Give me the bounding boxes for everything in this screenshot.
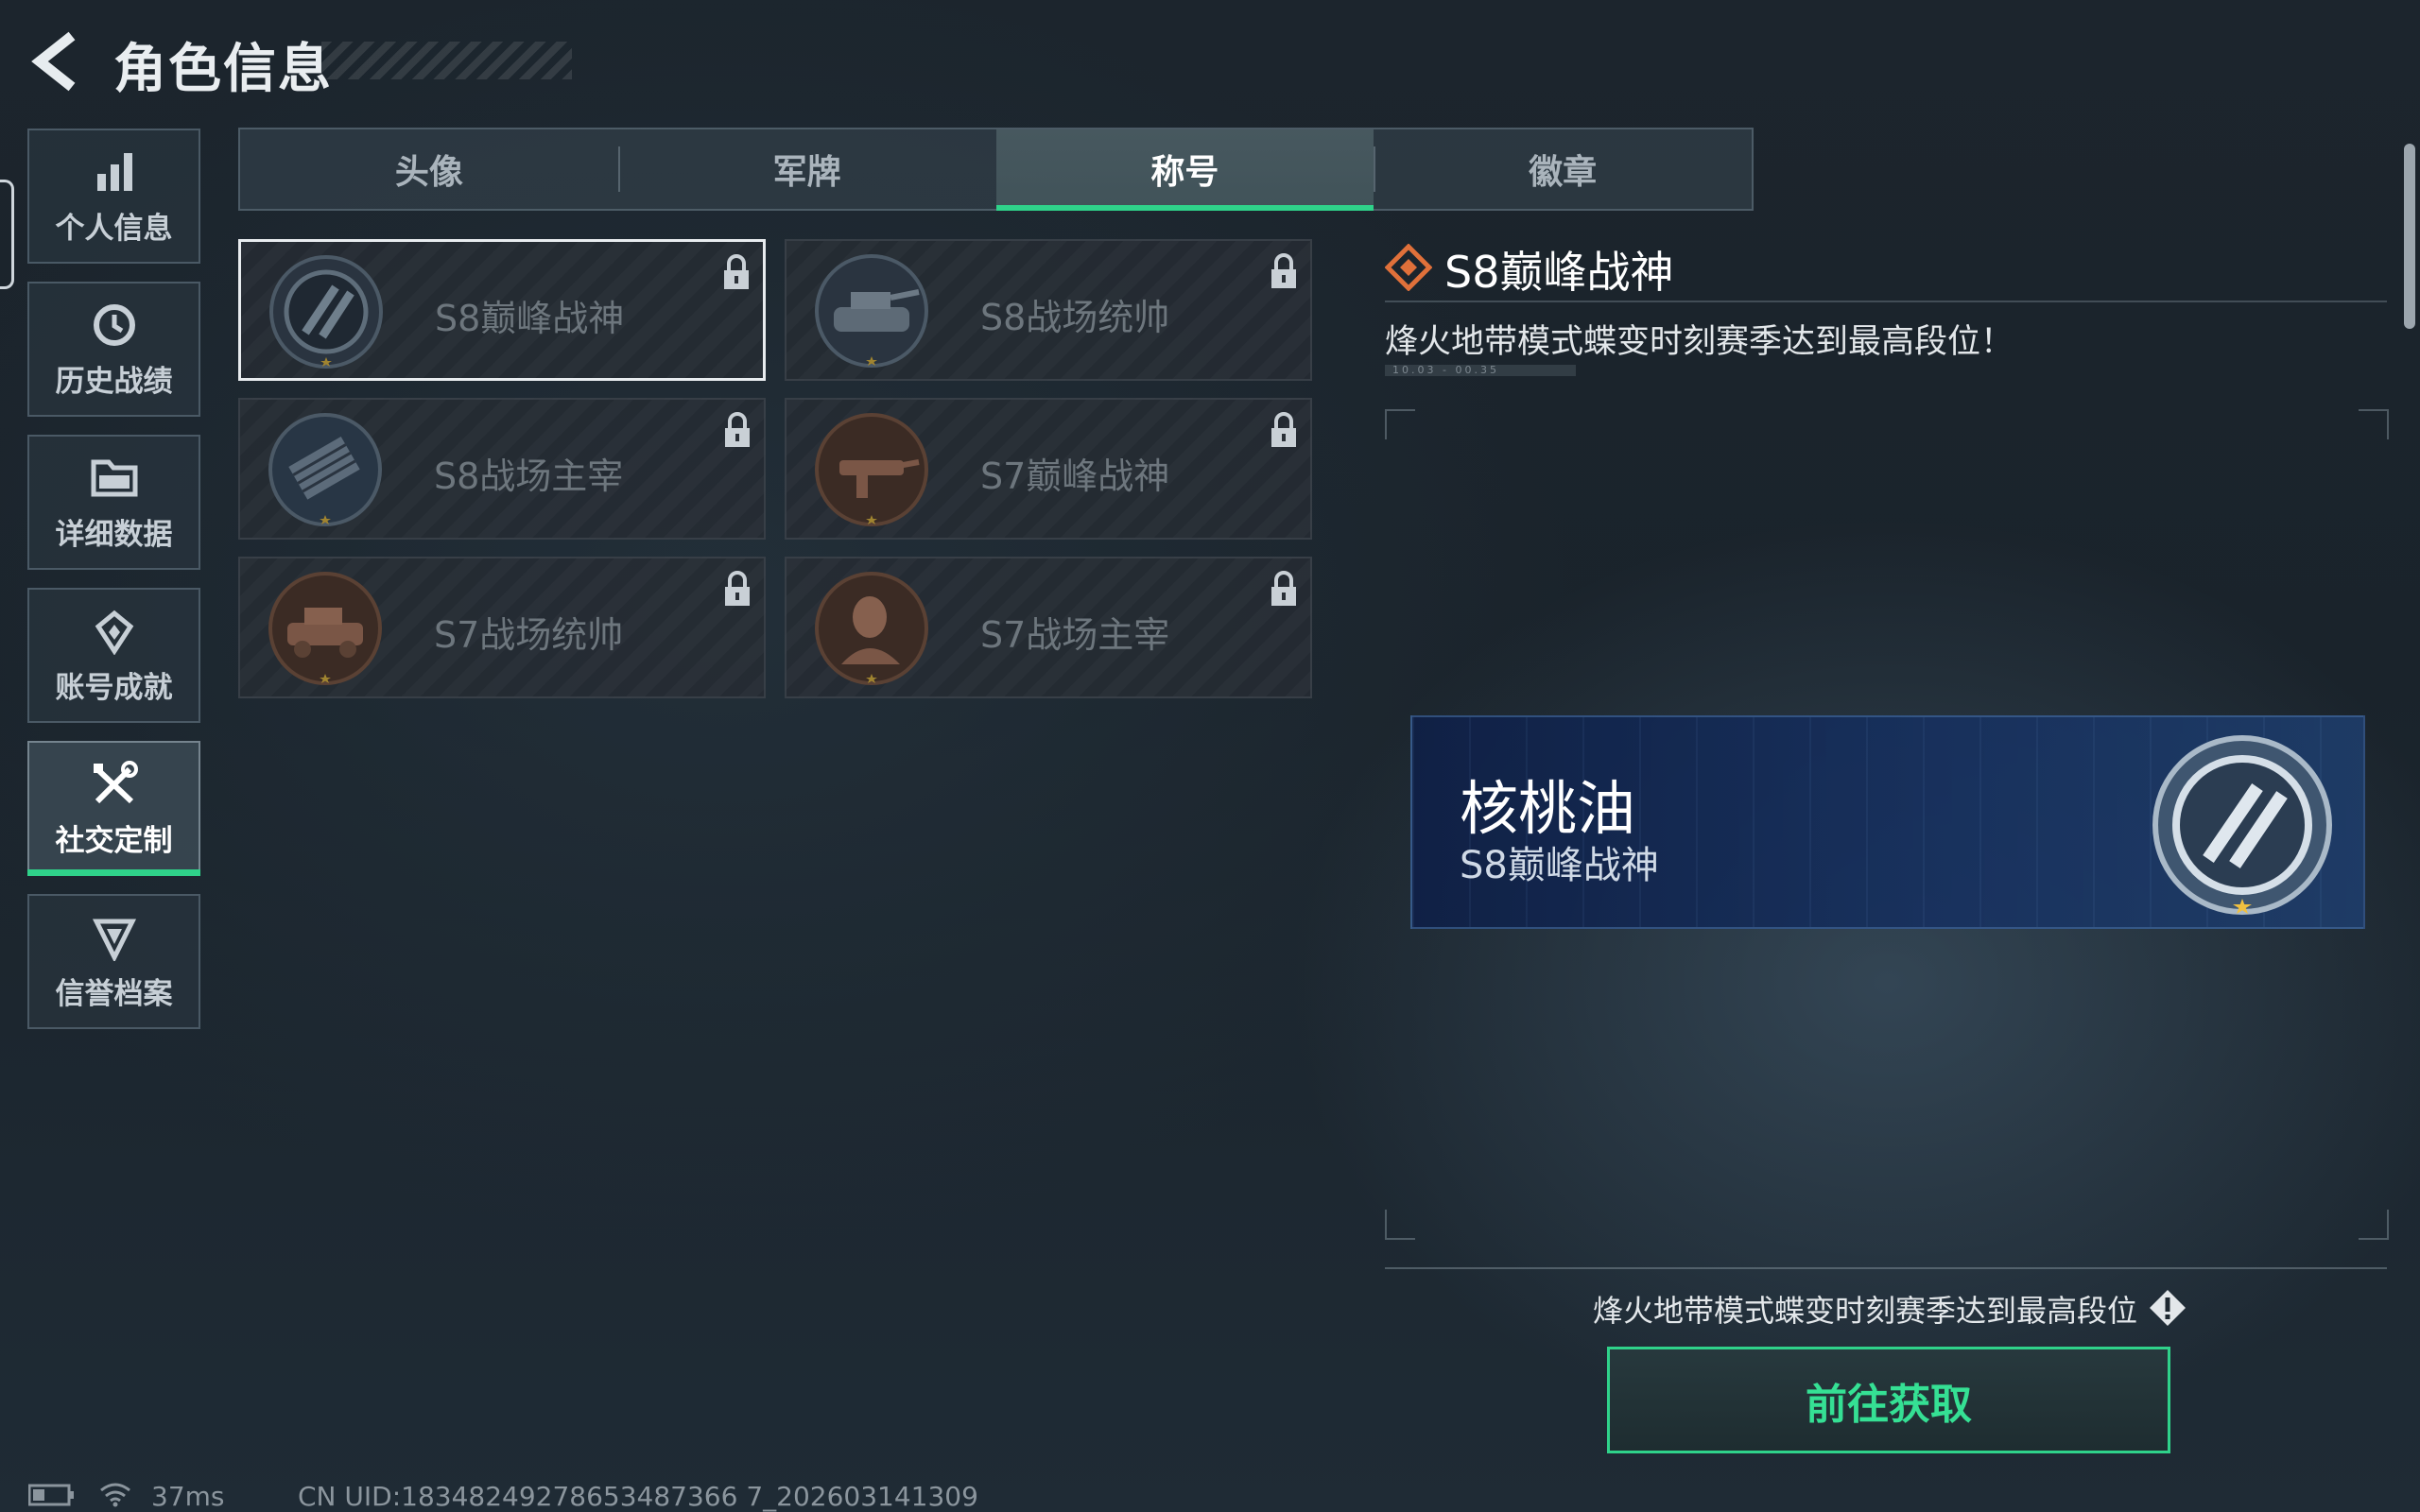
lock-icon — [725, 412, 750, 447]
title-card-name: S7战场主宰 — [980, 614, 1170, 656]
go-obtain-button[interactable]: 前往获取 — [1607, 1347, 2170, 1453]
tab-medal[interactable]: 徽章 — [1374, 129, 1752, 209]
wifi-icon — [100, 1483, 130, 1507]
sidebar-item-label: 信誉档案 — [55, 977, 173, 1011]
scrollbar[interactable] — [2404, 144, 2415, 329]
s8-peak-god-emblem-icon — [2152, 735, 2332, 915]
sidebar-item-label: 详细数据 — [55, 518, 173, 552]
back-button[interactable] — [26, 28, 83, 94]
preview-player-name: 核桃油 — [1460, 774, 1636, 843]
s7-vehicle-emblem-icon — [268, 572, 382, 685]
frame-corner — [1385, 409, 1415, 439]
achievement-badge-icon — [88, 605, 141, 658]
title-card-name: S7巅峰战神 — [980, 455, 1170, 497]
reputation-shield-icon — [88, 911, 141, 964]
sidebar-item-reputation[interactable]: 信誉档案 — [27, 894, 200, 1029]
sidebar-item-label: 个人信息 — [55, 212, 173, 246]
side-handle[interactable] — [0, 180, 14, 289]
detail-description: 烽火地带模式蝶变时刻赛季达到最高段位！ — [1385, 323, 2014, 361]
lock-icon — [725, 571, 750, 606]
sidebar-item-label: 历史战绩 — [55, 365, 173, 399]
title-card-s7-dominator[interactable]: S7战场主宰 — [785, 557, 1312, 698]
tab-dog-tag[interactable]: 军牌 — [617, 129, 996, 209]
network-ping: 37ms — [151, 1481, 225, 1512]
sidebar-item-achievements[interactable]: 账号成就 — [27, 588, 200, 723]
title-card-s7-peak-god[interactable]: S7巅峰战神 — [785, 398, 1312, 540]
detail-title: S8巅峰战神 — [1444, 247, 1674, 298]
page-title: 角色信息 — [113, 39, 333, 100]
s7-peak-god-emblem-icon — [815, 413, 928, 526]
frame-corner — [1385, 1210, 1415, 1240]
sidebar-item-social-custom[interactable]: 社交定制 — [27, 741, 200, 876]
s7-soldier-emblem-icon — [815, 572, 928, 685]
s8-tank-emblem-icon — [815, 254, 928, 368]
sidebar-item-personal-info[interactable]: 个人信息 — [27, 129, 200, 264]
unlock-requirement: 烽火地带模式蝶变时刻赛季达到最高段位 — [1593, 1293, 2138, 1329]
title-preview-card: 核桃油 S8巅峰战神 — [1410, 715, 2365, 929]
lock-icon — [1271, 412, 1296, 447]
lock-icon — [724, 254, 749, 289]
title-card-s8-peak-god[interactable]: S8巅峰战神 — [238, 239, 766, 381]
history-clock-icon — [88, 299, 141, 352]
category-tabs: 头像 军牌 称号 徽章 — [238, 128, 1754, 211]
divider — [1385, 301, 2387, 302]
preview-title: S8巅峰战神 — [1460, 844, 1659, 887]
title-card-name: S7战场统帅 — [434, 614, 624, 656]
divider — [1385, 1267, 2387, 1269]
title-card-name: S8巅峰战神 — [435, 298, 625, 339]
battery-icon — [28, 1484, 74, 1506]
title-card-s8-dominator[interactable]: S8战场主宰 — [238, 398, 766, 540]
detail-date-range: 10.03 - 00.35 — [1385, 365, 1576, 376]
title-card-name: S8战场统帅 — [980, 297, 1170, 338]
tab-avatar[interactable]: 头像 — [240, 129, 618, 209]
title-decoration — [321, 42, 572, 79]
tools-icon — [88, 758, 141, 811]
tab-title[interactable]: 称号 — [995, 129, 1374, 211]
title-card-s7-commander[interactable]: S7战场统帅 — [238, 557, 766, 698]
s8-peak-god-emblem-icon — [269, 255, 383, 369]
title-card-name: S8战场主宰 — [434, 455, 624, 497]
s8-rocket-emblem-icon — [268, 413, 382, 526]
player-uid: CN UID:18348249278653487366 7_2026031413… — [298, 1481, 978, 1512]
title-diamond-icon — [1385, 244, 1432, 291]
title-card-s8-commander[interactable]: S8战场统帅 — [785, 239, 1312, 381]
folder-icon — [88, 452, 141, 505]
sidebar-item-history[interactable]: 历史战绩 — [27, 282, 200, 417]
sidebar-item-label: 社交定制 — [55, 824, 173, 858]
lock-icon — [1271, 253, 1296, 288]
bar-chart-icon — [88, 146, 141, 198]
frame-corner — [2359, 409, 2389, 439]
frame-corner — [2359, 1210, 2389, 1240]
back-arrow-icon — [31, 31, 76, 92]
info-diamond-icon[interactable] — [2148, 1288, 2187, 1328]
sidebar-item-label: 账号成就 — [55, 671, 173, 705]
lock-icon — [1271, 571, 1296, 606]
sidebar-item-detailed-data[interactable]: 详细数据 — [27, 435, 200, 570]
